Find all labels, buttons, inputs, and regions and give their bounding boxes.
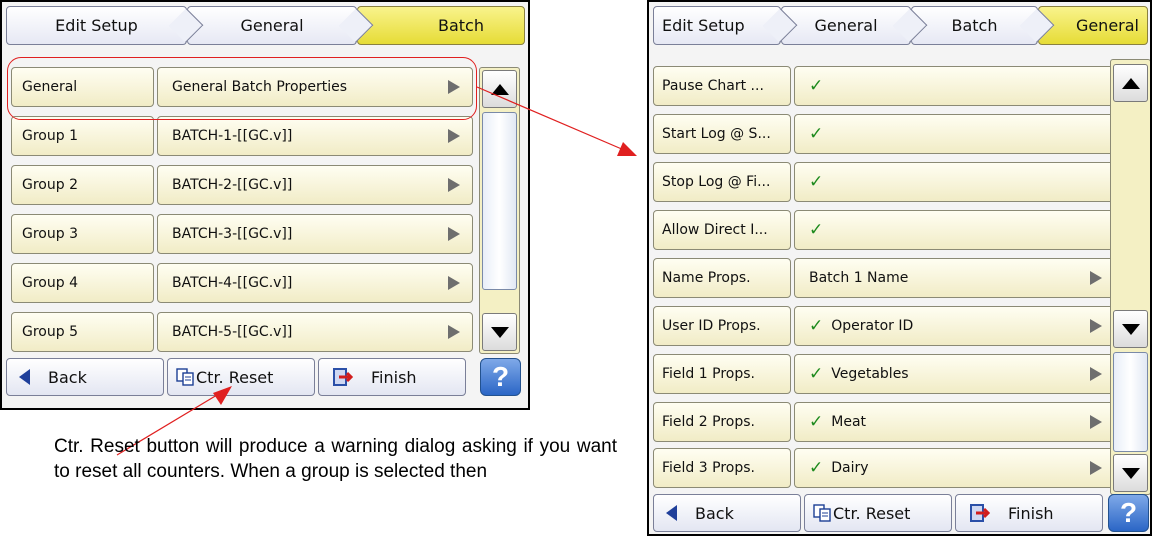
list-item[interactable]: Field 2 Props. ✓ Meat <box>653 402 1115 442</box>
row-value-text: Dairy <box>831 460 869 476</box>
list-item[interactable]: Allow Direct I... ✓ <box>653 210 1115 250</box>
row-label: Field 1 Props. <box>653 354 791 394</box>
chevron-right-icon <box>1090 461 1102 475</box>
chevron-right-icon <box>1090 319 1102 333</box>
row-value-group: ✓ <box>809 124 831 144</box>
copy-icon <box>813 503 833 523</box>
crumb-label: General <box>1075 16 1139 35</box>
checkmark-icon: ✓ <box>809 220 824 240</box>
crumb-label: Batch <box>951 16 998 35</box>
checkmark-icon: ✓ <box>809 316 824 336</box>
row-value: ✓ Operator ID <box>794 306 1115 346</box>
row-label: Pause Chart ... <box>653 66 791 106</box>
chevron-right-icon <box>1090 415 1102 429</box>
batch-general-screen: Edit Setup General Batch General Pause C… <box>647 0 1152 536</box>
row-value-group: ✓ Vegetables <box>809 364 909 384</box>
row-value-group: ✓ <box>809 220 831 240</box>
arrow-up-icon <box>1121 77 1140 89</box>
row-value: ✓ Dairy <box>794 448 1115 488</box>
back-arrow-icon <box>666 505 677 521</box>
scrollbar[interactable] <box>1110 59 1150 495</box>
checkmark-icon: ✓ <box>809 412 824 432</box>
breadcrumb: Edit Setup General Batch General <box>653 6 1148 45</box>
arrow-down-icon <box>1121 467 1140 479</box>
chevron-right-icon <box>1090 367 1102 381</box>
row-value: ✓ <box>794 114 1115 154</box>
row-value-group: ✓ Meat <box>809 412 866 432</box>
row-value-text: Batch 1 Name <box>809 270 909 286</box>
annotation-caption: Ctr. Reset button will produce a warning… <box>54 436 617 482</box>
finish-button[interactable]: Finish <box>955 494 1103 532</box>
arrow-head-icon <box>617 142 637 156</box>
checkmark-icon: ✓ <box>809 364 824 384</box>
checkmark-icon: ✓ <box>809 124 824 144</box>
list-item[interactable]: Field 1 Props. ✓ Vegetables <box>653 354 1115 394</box>
row-value: ✓ <box>794 66 1115 106</box>
row-value: ✓ Vegetables <box>794 354 1115 394</box>
row-value-group: ✓ Operator ID <box>809 316 913 336</box>
crumb-label: General <box>814 16 878 35</box>
checkmark-icon: ✓ <box>809 172 824 192</box>
crumb-general-active[interactable]: General <box>1038 6 1148 45</box>
back-label: Back <box>695 503 734 523</box>
row-value-group: ✓ Dairy <box>809 458 869 478</box>
row-label: User ID Props. <box>653 306 791 346</box>
crumb-general[interactable]: General <box>781 6 928 45</box>
row-value: ✓ Meat <box>794 402 1115 442</box>
row-value-text: Operator ID <box>831 318 914 334</box>
scroll-up-button[interactable] <box>1113 64 1148 102</box>
scroll-thumb[interactable] <box>1113 352 1148 452</box>
ctr-reset-button[interactable]: Ctr. Reset <box>804 494 952 532</box>
screenshot-page: { "left_screen": { "breadcrumb": ["Edit … <box>0 0 1162 536</box>
help-icon: ? <box>1119 497 1138 528</box>
row-label: Start Log @ S... <box>653 114 791 154</box>
list-item[interactable]: User ID Props. ✓ Operator ID <box>653 306 1115 346</box>
row-value-text: Meat <box>831 414 867 430</box>
scroll-down-button[interactable] <box>1113 310 1148 348</box>
row-value-text: Vegetables <box>831 366 909 382</box>
row-label: Name Props. <box>653 258 791 298</box>
row-value-group: ✓ <box>809 172 831 192</box>
row-label: Field 2 Props. <box>653 402 791 442</box>
crumb-edit-setup[interactable]: Edit Setup <box>653 6 798 45</box>
exit-door-icon <box>968 502 990 524</box>
row-value: Batch 1 Name <box>794 258 1115 298</box>
row-value: ✓ <box>794 210 1115 250</box>
row-value: ✓ <box>794 162 1115 202</box>
scroll-down-button[interactable] <box>1113 454 1148 492</box>
list-item[interactable]: Start Log @ S... ✓ <box>653 114 1115 154</box>
row-label: Field 3 Props. <box>653 448 791 488</box>
help-button[interactable]: ? <box>1108 494 1149 532</box>
chevron-right-icon <box>1090 271 1102 285</box>
back-button[interactable]: Back <box>653 494 801 532</box>
reset-label: Ctr. Reset <box>833 503 911 523</box>
checkmark-icon: ✓ <box>809 458 824 478</box>
row-value-group: ✓ <box>809 76 831 96</box>
crumb-batch[interactable]: Batch <box>911 6 1055 45</box>
checkmark-icon: ✓ <box>809 76 824 96</box>
list-item[interactable]: Stop Log @ Fi... ✓ <box>653 162 1115 202</box>
pointer-line <box>476 86 625 151</box>
list-item[interactable]: Name Props. Batch 1 Name <box>653 258 1115 298</box>
list-item[interactable]: Field 3 Props. ✓ Dairy <box>653 448 1115 488</box>
row-label: Stop Log @ Fi... <box>653 162 791 202</box>
arrow-down-icon <box>1121 323 1140 335</box>
list-item[interactable]: Pause Chart ... ✓ <box>653 66 1115 106</box>
crumb-label: Edit Setup <box>662 16 745 35</box>
finish-label: Finish <box>1008 503 1054 523</box>
row-label: Allow Direct I... <box>653 210 791 250</box>
arrow-head-icon <box>213 386 232 405</box>
